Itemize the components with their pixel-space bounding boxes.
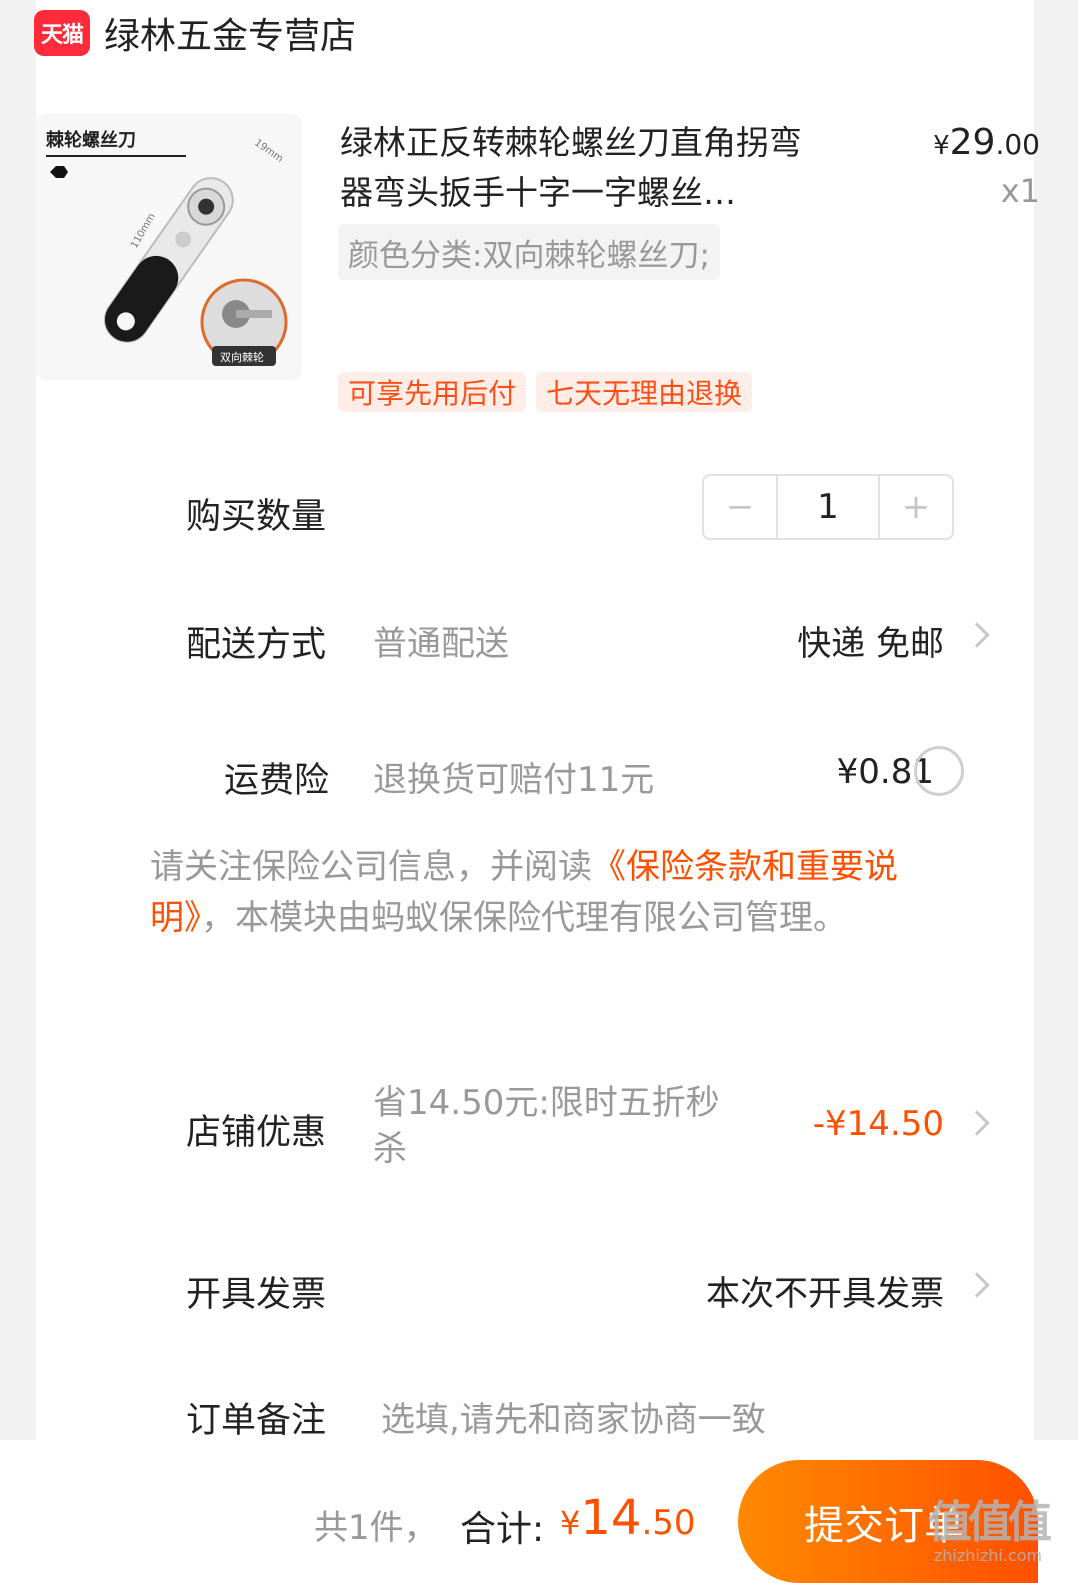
decrease-button[interactable]: − <box>704 476 776 538</box>
tmall-logo-icon: 天猫 <box>34 10 90 56</box>
notice-suffix: ，本模块由蚂蚁保保险代理有限公司管理。 <box>201 898 847 938</box>
service-tags: 可享先用后付 七天无理由退换 <box>338 372 753 412</box>
order-note-label: 订单备注 <box>186 1401 327 1441</box>
image-badge: 双向棘轮 <box>220 350 264 364</box>
invoice-label: 开具发票 <box>186 1275 327 1315</box>
product-quantity: x1 <box>1000 172 1040 210</box>
price-decimal: .00 <box>995 128 1040 161</box>
product-price: ¥29.00 <box>933 122 1040 163</box>
ratchet-screwdriver-illustration: 棘轮螺丝刀 110mm 19mm 双向棘轮 <box>36 114 302 380</box>
notice-prefix: 请关注保险公司信息，并阅读 <box>150 847 592 887</box>
total-label: 合计: <box>460 1509 545 1550</box>
shipping-insurance-description: 退换货可赔付11元 <box>373 760 655 800</box>
watermark: 值值值 zhizhizhi.com <box>918 1486 1058 1565</box>
store-discount-label: 店铺优惠 <box>186 1113 327 1153</box>
shipping-insurance-label: 运费险 <box>224 761 330 801</box>
product-image[interactable]: 棘轮螺丝刀 110mm 19mm 双向棘轮 <box>36 114 302 380</box>
store-discount-description: 省14.50元:限时五折秒杀 <box>373 1083 720 1169</box>
watermark-text: 值值值 <box>928 1497 1052 1548</box>
total-currency: ¥ <box>560 1504 581 1542</box>
total-price: ¥14.50 <box>560 1490 696 1546</box>
store-discount-value: -¥14.50 <box>812 1104 944 1144</box>
invoice-value: 本次不开具发票 <box>706 1274 944 1314</box>
increase-button[interactable]: + <box>880 476 952 538</box>
buy-quantity-label: 购买数量 <box>186 497 327 537</box>
total-decimal: .50 <box>641 1503 696 1543</box>
watermark-url: zhizhizhi.com <box>933 1546 1043 1565</box>
sku-selector[interactable]: 颜色分类:双向棘轮螺丝刀; <box>338 224 720 280</box>
total-integer: 14 <box>580 1490 642 1546</box>
order-note-input[interactable]: 选填,请先和商家协商一致 <box>381 1392 766 1441</box>
price-integer: 29 <box>949 122 996 163</box>
image-caption: 棘轮螺丝刀 <box>46 129 136 151</box>
item-count: 共1件， <box>314 1508 438 1548</box>
product-title[interactable]: 绿林正反转棘轮螺丝刀直角拐弯器弯头扳手十字一字螺丝… <box>340 118 810 218</box>
insurance-notice: 请关注保险公司信息，并阅读《保险条款和重要说明》，本模块由蚂蚁保保险代理有限公司… <box>150 842 970 944</box>
delivery-value: 快递 免邮 <box>797 624 944 664</box>
tag-pay-later: 可享先用后付 <box>338 372 527 412</box>
tag-seven-day-return: 七天无理由退换 <box>536 372 753 412</box>
shop-name[interactable]: 绿林五金专营店 <box>104 7 356 59</box>
price-currency: ¥ <box>933 131 950 161</box>
shop-header[interactable]: 天猫 绿林五金专营店 <box>34 8 356 58</box>
delivery-label: 配送方式 <box>186 625 327 665</box>
delivery-method: 普通配送 <box>373 624 509 664</box>
quantity-stepper: − 1 + <box>702 474 954 540</box>
shipping-insurance-checkbox[interactable] <box>914 746 964 796</box>
quantity-input[interactable]: 1 <box>776 476 880 538</box>
